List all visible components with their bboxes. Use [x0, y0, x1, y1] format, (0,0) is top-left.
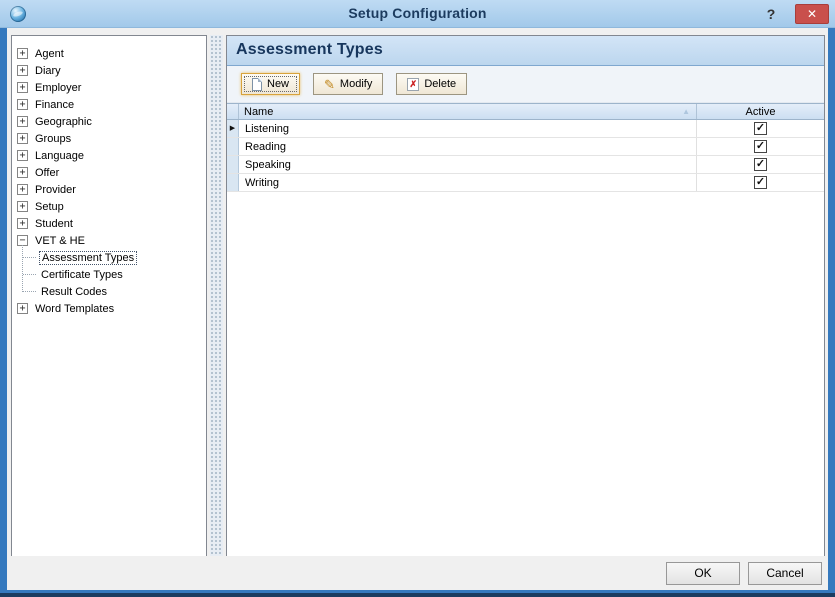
sidebar-item-vet-he[interactable]: − VET & HE [12, 232, 206, 249]
expand-plus-icon[interactable]: + [17, 48, 28, 59]
sidebar-item-agent[interactable]: + Agent [12, 45, 206, 62]
sidebar-item-label: Diary [33, 64, 63, 78]
ok-button[interactable]: OK [666, 562, 740, 585]
panel-splitter[interactable] [210, 35, 223, 558]
page-title: Assessment Types [227, 36, 824, 66]
sidebar-item-label: Student [33, 217, 75, 231]
sidebar-item-label: Geographic [33, 115, 94, 129]
sidebar-item-result-codes[interactable]: Result Codes [12, 283, 206, 300]
row-selector [227, 156, 239, 173]
sidebar-item-diary[interactable]: + Diary [12, 62, 206, 79]
name-column-header[interactable]: Name ▲ [239, 104, 697, 119]
modify-button[interactable]: ✎ Modify [313, 73, 383, 95]
assessment-types-table: Name ▲ Active ▶ Listening ✓ Re [227, 103, 824, 192]
sidebar-item-student[interactable]: + Student [12, 215, 206, 232]
table-row[interactable]: Reading ✓ [227, 138, 824, 156]
name-header-label: Name [244, 106, 273, 118]
row-name: Writing [239, 174, 697, 191]
sidebar-item-label: Certificate Types [39, 268, 125, 282]
expand-plus-icon[interactable]: + [17, 201, 28, 212]
dialog-footer: OK Cancel [7, 556, 828, 590]
assessment-types-panel: Assessment Types New ✎ Modify ✗ Delete [226, 35, 825, 558]
row-name: Listening [239, 120, 697, 137]
sort-ascending-icon: ▲ [682, 108, 690, 116]
sidebar-item-label: Offer [33, 166, 61, 180]
table-header: Name ▲ Active [227, 103, 824, 120]
sidebar-item-label: VET & HE [33, 234, 87, 248]
table-row[interactable]: Speaking ✓ [227, 156, 824, 174]
settings-tree: + Agent + Diary + Employer + Finance + G… [11, 35, 207, 558]
modify-button-label: Modify [340, 78, 372, 90]
help-button[interactable]: ? [761, 5, 781, 23]
sidebar-item-label: Setup [33, 200, 66, 214]
expand-plus-icon[interactable]: + [17, 65, 28, 76]
table-row[interactable]: ▶ Listening ✓ [227, 120, 824, 138]
expand-plus-icon[interactable]: + [17, 184, 28, 195]
sidebar-item-certificate-types[interactable]: Certificate Types [12, 266, 206, 283]
expand-plus-icon[interactable]: + [17, 82, 28, 93]
pencil-icon: ✎ [324, 78, 335, 91]
delete-button[interactable]: ✗ Delete [396, 73, 467, 95]
sidebar-item-groups[interactable]: + Groups [12, 130, 206, 147]
toolbar: New ✎ Modify ✗ Delete [227, 66, 824, 103]
sidebar-item-label: Finance [33, 98, 76, 112]
row-selector [227, 138, 239, 155]
title-bar: Setup Configuration ? ✕ [0, 0, 835, 28]
row-active-cell: ✓ [697, 174, 824, 191]
active-checkbox[interactable]: ✓ [754, 176, 767, 189]
active-checkbox[interactable]: ✓ [754, 158, 767, 171]
sidebar-item-offer[interactable]: + Offer [12, 164, 206, 181]
active-column-header[interactable]: Active [697, 104, 824, 119]
row-selector [227, 174, 239, 191]
expand-plus-icon[interactable]: + [17, 150, 28, 161]
dialog-body: + Agent + Diary + Employer + Finance + G… [7, 28, 828, 590]
sidebar-item-label: Language [33, 149, 86, 163]
sidebar-item-provider[interactable]: + Provider [12, 181, 206, 198]
cancel-button[interactable]: Cancel [748, 562, 822, 585]
expand-plus-icon[interactable]: + [17, 133, 28, 144]
new-button-label: New [267, 78, 289, 90]
expand-plus-icon[interactable]: + [17, 218, 28, 229]
window-title: Setup Configuration [0, 5, 835, 21]
row-name: Reading [239, 138, 697, 155]
active-checkbox[interactable]: ✓ [754, 122, 767, 135]
expand-plus-icon[interactable]: + [17, 303, 28, 314]
close-button[interactable]: ✕ [795, 4, 829, 24]
sidebar-item-label: Word Templates [33, 302, 116, 316]
vet-he-children: Assessment Types Certificate Types Resul… [12, 249, 206, 300]
selector-column-header [227, 104, 239, 119]
row-active-cell: ✓ [697, 138, 824, 155]
sidebar-item-label: Assessment Types [39, 251, 137, 265]
row-name: Speaking [239, 156, 697, 173]
row-selector: ▶ [227, 120, 239, 137]
delete-x-icon: ✗ [407, 78, 419, 91]
row-active-cell: ✓ [697, 156, 824, 173]
sidebar-item-word-templates[interactable]: + Word Templates [12, 300, 206, 317]
new-button[interactable]: New [241, 73, 300, 95]
sidebar-item-label: Agent [33, 47, 66, 61]
delete-button-label: Delete [424, 78, 456, 90]
sidebar-item-label: Provider [33, 183, 78, 197]
active-checkbox[interactable]: ✓ [754, 140, 767, 153]
sidebar-item-employer[interactable]: + Employer [12, 79, 206, 96]
sidebar-item-assessment-types[interactable]: Assessment Types [12, 249, 206, 266]
sidebar-item-setup[interactable]: + Setup [12, 198, 206, 215]
current-row-arrow: ▶ [230, 125, 235, 132]
sidebar-item-language[interactable]: + Language [12, 147, 206, 164]
sidebar-item-finance[interactable]: + Finance [12, 96, 206, 113]
expand-plus-icon[interactable]: + [17, 167, 28, 178]
sidebar-item-label: Result Codes [39, 285, 109, 299]
sidebar-item-geographic[interactable]: + Geographic [12, 113, 206, 130]
setup-configuration-window: Setup Configuration ? ✕ + Agent + Diary … [0, 0, 835, 597]
expand-plus-icon[interactable]: + [17, 99, 28, 110]
expand-plus-icon[interactable]: + [17, 116, 28, 127]
table-row[interactable]: Writing ✓ [227, 174, 824, 192]
row-active-cell: ✓ [697, 120, 824, 137]
sidebar-item-label: Employer [33, 81, 83, 95]
new-document-icon [252, 78, 262, 91]
sidebar-item-label: Groups [33, 132, 73, 146]
